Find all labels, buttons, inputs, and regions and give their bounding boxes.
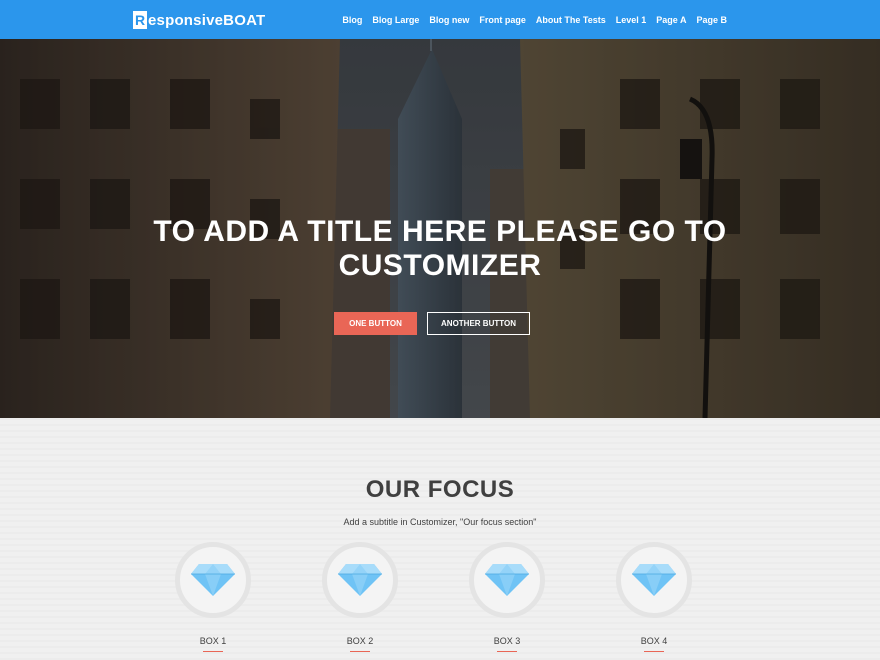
diamond-icon: [632, 564, 676, 596]
nav-item-blog[interactable]: Blog: [342, 12, 362, 28]
hero-title-line-1: TO ADD A TITLE HERE PLEASE GO TO: [153, 215, 727, 248]
icon-circle: [175, 542, 251, 618]
icon-circle: [322, 542, 398, 618]
focus-subtitle: Add a subtitle in Customizer, "Our focus…: [343, 517, 537, 527]
nav-item-front-page[interactable]: Front page: [479, 12, 526, 28]
focus-title: OUR FOCUS: [365, 476, 515, 503]
nav-item-blog-new[interactable]: Blog new: [429, 12, 469, 28]
diamond-icon: [338, 564, 382, 596]
box-label: BOX 2: [346, 636, 374, 646]
focus-box-3: BOX 3: [469, 542, 545, 652]
box-label: BOX 3: [493, 636, 521, 646]
hero-title: TO ADD A TITLE HERE PLEASE GO TO CUSTOMI…: [140, 215, 740, 283]
box-underline: [644, 651, 664, 652]
nav-item-page-a[interactable]: Page A: [656, 12, 686, 28]
main-nav: Blog Blog Large Blog new Front page Abou…: [332, 12, 727, 28]
logo-letter-box: R: [133, 11, 147, 29]
icon-circle: [616, 542, 692, 618]
hero-section: TO ADD A TITLE HERE PLEASE GO TO CUSTOMI…: [0, 39, 880, 418]
nav-item-blog-large[interactable]: Blog Large: [372, 12, 419, 28]
site-logo[interactable]: R esponsiveBOAT: [133, 10, 265, 30]
one-button[interactable]: ONE BUTTON: [334, 312, 417, 335]
nav-item-page-b[interactable]: Page B: [696, 12, 727, 28]
our-focus-section: OUR FOCUS Add a subtitle in Customizer, …: [0, 418, 880, 660]
another-button[interactable]: ANOTHER BUTTON: [427, 312, 530, 335]
icon-circle: [469, 542, 545, 618]
box-underline: [350, 651, 370, 652]
focus-box-4: BOX 4: [616, 542, 692, 652]
box-underline: [497, 651, 517, 652]
logo-text: esponsiveBOAT: [148, 11, 266, 29]
top-navbar: R esponsiveBOAT Blog Blog Large Blog new…: [0, 0, 880, 39]
nav-item-about-the-tests[interactable]: About The Tests: [536, 12, 606, 28]
focus-box-1: BOX 1: [175, 542, 251, 652]
box-label: BOX 1: [199, 636, 227, 646]
box-label: BOX 4: [640, 636, 668, 646]
diamond-icon: [485, 564, 529, 596]
box-underline: [203, 651, 223, 652]
focus-box-2: BOX 2: [322, 542, 398, 652]
nav-item-level-1[interactable]: Level 1: [616, 12, 647, 28]
hero-title-line-2: CUSTOMIZER: [338, 249, 542, 282]
diamond-icon: [191, 564, 235, 596]
